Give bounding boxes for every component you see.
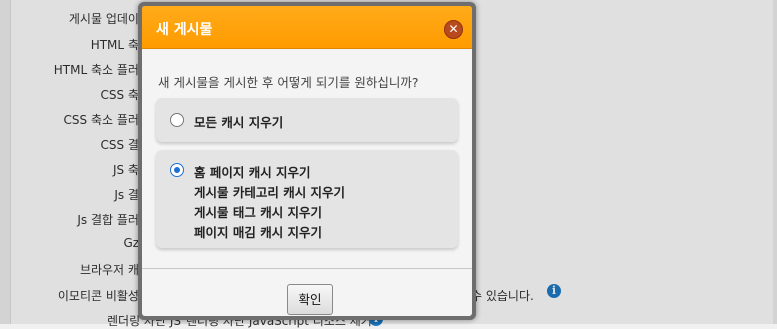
close-button[interactable]: ✕ (444, 20, 463, 39)
dialog-question: 새 게시물을 게시한 후 어떻게 되기를 원하십니까? (158, 75, 419, 90)
radio-clear-all-cache[interactable] (170, 113, 184, 127)
option-clear-related-cache[interactable]: 홈 페이지 캐시 지우기 게시물 카테고리 캐시 지우기 게시물 태그 캐시 지… (156, 150, 458, 248)
option-label: 페이지 매김 캐시 지우기 (194, 225, 323, 240)
dialog-divider (142, 268, 472, 269)
new-post-dialog: 새 게시물 ✕ 새 게시물을 게시한 후 어떻게 되기를 원하십니까? 모든 캐… (138, 2, 476, 320)
option-label: 게시물 태그 캐시 지우기 (194, 205, 323, 220)
confirm-button[interactable]: 확인 (287, 284, 333, 315)
dialog-body: 새 게시물 ✕ 새 게시물을 게시한 후 어떻게 되기를 원하십니까? 모든 캐… (142, 6, 472, 316)
radio-clear-related-cache[interactable] (170, 163, 184, 177)
option-clear-all-cache[interactable]: 모든 캐시 지우기 (156, 98, 458, 142)
option-label: 홈 페이지 캐시 지우기 (194, 165, 311, 180)
dialog-header: 새 게시물 ✕ (142, 6, 472, 49)
close-icon: ✕ (448, 22, 459, 36)
option-label: 모든 캐시 지우기 (194, 115, 284, 130)
option-label: 게시물 카테고리 캐시 지우기 (194, 185, 346, 200)
dialog-title: 새 게시물 (156, 22, 213, 38)
